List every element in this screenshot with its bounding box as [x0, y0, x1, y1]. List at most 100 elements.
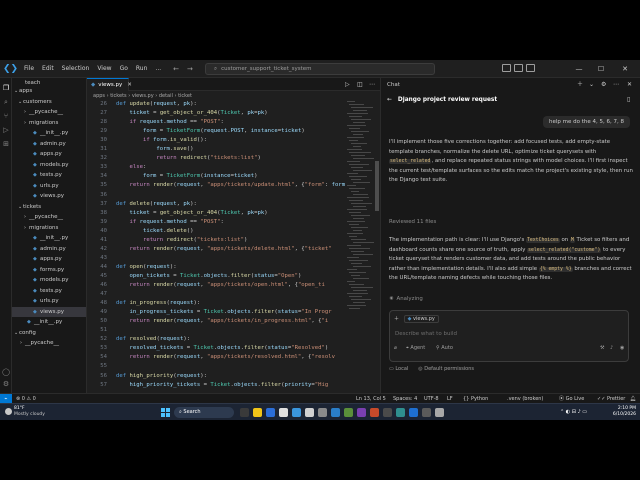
menu-go[interactable]: Go [116, 65, 132, 72]
file-item[interactable]: ◆ __init__.py [12, 233, 86, 244]
back-arrow-icon[interactable]: ← [173, 65, 179, 73]
code-line[interactable]: if form.is_valid(): [116, 137, 207, 143]
command-center[interactable]: ⌕ customer_support_ticket_system [205, 63, 435, 75]
code-line[interactable]: high_priority_tickets = Ticket.objects.f… [116, 382, 328, 388]
code-line[interactable]: if request.method == "POST": [116, 219, 223, 225]
folder-item[interactable]: ⌄config [12, 328, 86, 339]
file-item[interactable]: ◆ urls.py [12, 181, 86, 192]
file-explorer-icon[interactable] [253, 408, 262, 417]
task-view-icon[interactable] [240, 408, 249, 417]
indentation[interactable]: Spaces: 4 [393, 394, 417, 403]
breadcrumb[interactable]: apps › tickets › views.py › detail › tic… [87, 91, 380, 101]
code-editor[interactable]: 26 def update(request, pk): 27 ticket = ge… [87, 101, 380, 393]
tab-views-py[interactable]: ◆ views.py ✕ [87, 78, 132, 91]
toggle-sidebar-icon[interactable] [502, 64, 511, 72]
folder-item[interactable]: › __pycache__ [12, 212, 86, 223]
app-icon-3[interactable] [357, 408, 366, 417]
cursor-position[interactable]: Ln 13, Col 5 [356, 394, 386, 403]
encoding[interactable]: UTF-8 [424, 394, 439, 403]
chat-input[interactable] [395, 329, 615, 339]
send-stop-icon[interactable]: ◉ [620, 345, 624, 351]
toggle-secondary-sidebar-icon[interactable] [526, 64, 535, 72]
code-line[interactable]: return render(request, "apps/tickets/upd… [116, 182, 345, 188]
menu-selection[interactable]: Selection [58, 65, 94, 72]
python-interpreter[interactable]: .venv (broken) [507, 394, 543, 403]
code-line[interactable]: return render(request, "apps/tickets/del… [116, 246, 331, 252]
code-line[interactable]: def resolved(request): [116, 336, 190, 342]
code-line[interactable]: resolved_tickets = Ticket.objects.filter… [116, 345, 328, 351]
folder-item[interactable]: › __pycache__ [12, 338, 86, 349]
chat-more-icon[interactable]: ⋯ [613, 78, 619, 92]
settings-gear-icon[interactable]: ⚙ [2, 380, 10, 388]
code-line[interactable]: return render(request, "apps/tickets/in_… [116, 318, 328, 324]
search-icon[interactable]: ⌕ [2, 98, 10, 106]
source-control-icon[interactable]: ⑂ [2, 112, 10, 120]
code-line[interactable]: else: [116, 164, 146, 170]
scrollbar-thumb[interactable] [375, 161, 379, 211]
toggle-panel-icon[interactable]: ▯ [627, 92, 630, 108]
app-icon-5[interactable] [383, 408, 392, 417]
code-line[interactable]: return redirect("tickets:list") [116, 237, 247, 243]
menu-view[interactable]: View [93, 65, 115, 72]
file-item[interactable]: ◆ apps.py [12, 149, 86, 160]
run-file-icon[interactable]: ▷ [345, 81, 350, 88]
run-debug-icon[interactable]: ▷ [2, 126, 10, 134]
tools-icon[interactable]: ⚒ [600, 345, 604, 351]
edge-browser-icon[interactable] [292, 408, 301, 417]
teams-icon[interactable] [266, 408, 275, 417]
explorer-icon[interactable]: ❐ [2, 84, 10, 92]
close-tab-icon[interactable]: ✕ [127, 82, 132, 88]
permissions-picker[interactable]: ◎ Default permissions [418, 366, 474, 372]
attach-icon[interactable]: ⌀ [394, 345, 397, 351]
chat-history-icon[interactable]: ⌄ [589, 78, 594, 92]
code-line[interactable]: return render(request, "apps/tickets/res… [116, 354, 335, 360]
terminal-icon[interactable] [318, 408, 327, 417]
file-item[interactable]: ◆ admin.py [12, 139, 86, 150]
file-item[interactable]: ◆ models.py [12, 275, 86, 286]
model-picker[interactable]: ⚲ Auto [436, 345, 453, 351]
menu-edit[interactable]: Edit [38, 65, 58, 72]
file-item[interactable]: ◆ tests.py [12, 170, 86, 181]
code-line[interactable]: ticket.delete() [116, 228, 194, 234]
toggle-panel-icon[interactable] [514, 64, 523, 72]
minimap[interactable] [347, 101, 375, 311]
file-item[interactable]: ◆ tests.py [12, 286, 86, 297]
app-icon-7[interactable] [409, 408, 418, 417]
extensions-icon[interactable]: ⊞ [2, 140, 10, 148]
agent-mode-picker[interactable]: ⌖ Agent [406, 345, 425, 351]
new-chat-icon[interactable]: ＋ [577, 78, 583, 92]
folder-item[interactable]: ⌄tickets [12, 202, 86, 213]
account-icon[interactable]: ◯ [2, 368, 10, 376]
code-line[interactable]: def in_progress(request): [116, 300, 200, 306]
close-chat-icon[interactable]: ✕ [627, 78, 632, 92]
file-item[interactable]: ◆ __init__.py [12, 128, 86, 139]
prettier-button[interactable]: ✓✓ Prettier [597, 394, 625, 403]
add-context-icon[interactable]: ＋ [394, 316, 399, 322]
file-item[interactable]: ◆ models.py [12, 160, 86, 171]
file-item[interactable]: ◆ admin.py [12, 244, 86, 255]
weather-widget[interactable]: 81°F Mostly cloudy [14, 406, 45, 418]
code-line[interactable]: form = TicketForm(request.POST, instance… [116, 128, 305, 134]
vscode-taskbar-icon[interactable] [331, 408, 340, 417]
forward-arrow-icon[interactable]: → [187, 65, 193, 73]
maximize-button[interactable]: ☐ [592, 60, 610, 78]
app-icon-9[interactable] [435, 408, 444, 417]
windows-start-icon[interactable] [161, 408, 170, 417]
taskbar-search[interactable]: ⌕ Search [174, 407, 234, 418]
app-icon-2[interactable] [344, 408, 353, 417]
folder-item[interactable]: ⌄customers [12, 97, 86, 108]
system-tray-icons[interactable]: ⌃ ◐ ⊟ ♪ ▭ [560, 409, 587, 415]
code-line[interactable]: def open(request): [116, 264, 177, 270]
more-actions-icon[interactable]: ⋯ [369, 81, 375, 88]
chat-settings-icon[interactable]: ⚙ [601, 78, 606, 92]
code-line[interactable]: def high_priority(request): [116, 373, 207, 379]
code-line[interactable]: form.save() [116, 146, 193, 152]
code-line[interactable]: ticket = get_object_or_404(Ticket, pk=pk… [116, 210, 267, 216]
app-icon-8[interactable] [422, 408, 431, 417]
app-icon[interactable] [279, 408, 288, 417]
file-item[interactable]: ◆ __init__.py [12, 317, 86, 328]
code-line[interactable]: return render(request, "apps/tickets/ope… [116, 282, 324, 288]
app-icon-4[interactable] [370, 408, 379, 417]
folder-item[interactable]: › migrations [12, 223, 86, 234]
file-item[interactable]: ◆ forms.py [12, 265, 86, 276]
